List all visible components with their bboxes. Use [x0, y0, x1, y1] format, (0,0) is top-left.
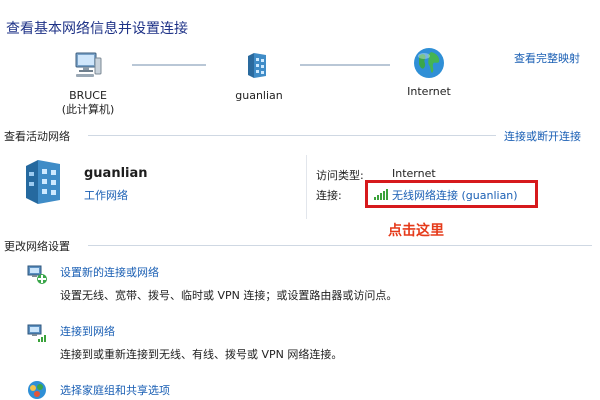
click-here-annotation: 点击这里 [388, 223, 444, 239]
section-divider [88, 135, 496, 136]
internet-node-name: Internet [407, 85, 451, 98]
change-settings-header: 更改网络设置 [4, 238, 592, 254]
page-title: 查看基本网络信息并设置连接 [6, 21, 188, 37]
wifi-signal-icon [374, 189, 388, 200]
computer-name: BRUCE [69, 89, 107, 102]
network-node-name: guanlian [235, 89, 283, 102]
connect-network-icon [27, 324, 46, 342]
internet-node[interactable]: Internet [398, 46, 460, 99]
connect-disconnect-link[interactable]: 连接或断开连接 [504, 128, 581, 144]
card-divider [306, 155, 307, 219]
view-full-map-link[interactable]: 查看完整映射 [514, 50, 580, 66]
access-type-value: Internet [392, 167, 436, 180]
homegroup-icon [28, 381, 46, 399]
active-networks-label: 查看活动网络 [4, 130, 70, 143]
setup-connection-link[interactable]: 设置新的连接或网络 [60, 264, 159, 280]
change-settings-label: 更改网络设置 [4, 240, 70, 253]
new-connection-icon [27, 265, 47, 284]
setup-connection-description: 设置无线、宽带、拨号、临时或 VPN 连接；或设置路由器或访问点。 [60, 289, 398, 302]
computer-icon [75, 52, 102, 77]
computer-node[interactable]: BRUCE (此计算机) [58, 50, 118, 117]
homegroup-sharing-link[interactable]: 选择家庭组和共享选项 [60, 382, 170, 398]
network-building-icon [248, 53, 266, 78]
connect-to-network-description: 连接到或重新连接到无线、有线、拨号或 VPN 网络连接。 [60, 348, 343, 361]
globe-icon [414, 48, 444, 78]
network-node[interactable]: guanlian [226, 50, 292, 103]
section-divider [88, 245, 592, 246]
access-type-label: 访问类型: [316, 169, 364, 182]
network-building-icon [26, 160, 60, 204]
connection-label: 连接: [316, 189, 342, 202]
map-connector-line [300, 64, 390, 66]
map-connector-line [132, 64, 206, 66]
wireless-connection-link[interactable]: 无线网络连接 (guanlian) [392, 187, 518, 203]
active-network-name: guanlian [84, 166, 148, 181]
computer-subtitle: (此计算机) [61, 103, 115, 116]
connect-to-network-link[interactable]: 连接到网络 [60, 323, 115, 339]
network-type-link[interactable]: 工作网络 [84, 187, 128, 203]
